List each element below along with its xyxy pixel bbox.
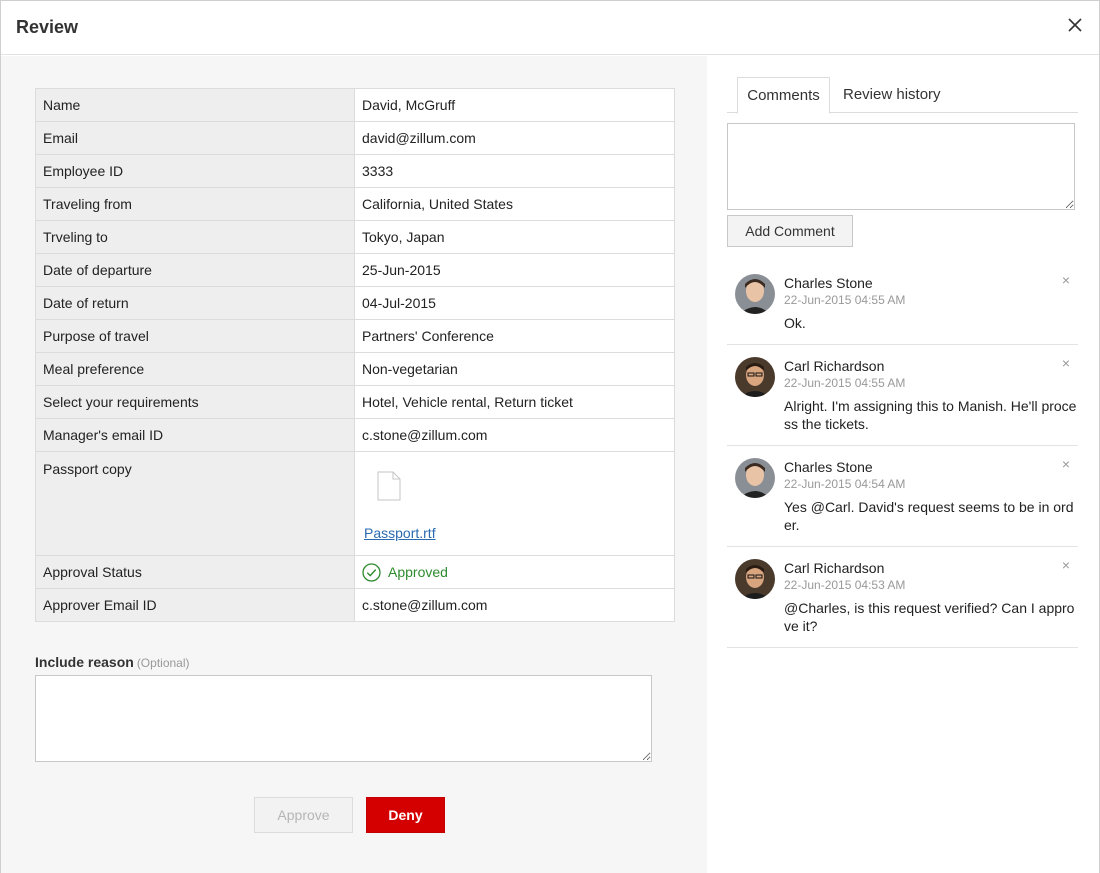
delete-comment-icon[interactable]: × bbox=[1062, 456, 1070, 472]
table-row: Employee ID 3333 bbox=[35, 154, 675, 188]
delete-comment-icon[interactable]: × bbox=[1062, 557, 1070, 573]
row-value: Tokyo, Japan bbox=[354, 220, 675, 254]
table-row: Date of departure 25-Jun-2015 bbox=[35, 253, 675, 287]
comments-panel: Comments Review history Add Comment Char… bbox=[707, 56, 1099, 873]
request-details-panel: Name David, McGruff Email david@zillum.c… bbox=[1, 56, 707, 873]
reason-label-text: Include reason bbox=[35, 654, 134, 670]
comment-text: Yes @Carl. David's request seems to be i… bbox=[784, 499, 1074, 533]
row-label: Manager's email ID bbox=[35, 418, 355, 452]
row-label: Purpose of travel bbox=[35, 319, 355, 353]
comment-item: Charles Stone 22-Jun-2015 04:55 AM Ok. × bbox=[727, 262, 1078, 345]
row-value: c.stone@zillum.com bbox=[354, 588, 675, 622]
file-icon[interactable] bbox=[377, 471, 403, 503]
comment-timestamp: 22-Jun-2015 04:54 AM bbox=[784, 477, 906, 491]
row-value: david@zillum.com bbox=[354, 121, 675, 155]
comment-author: Charles Stone bbox=[784, 275, 873, 291]
table-row: Date of return 04-Jul-2015 bbox=[35, 286, 675, 320]
row-value: 25-Jun-2015 bbox=[354, 253, 675, 287]
tab-comments[interactable]: Comments bbox=[737, 77, 830, 114]
row-value: Partners' Conference bbox=[354, 319, 675, 353]
comment-item: Carl Richardson 22-Jun-2015 04:53 AM @Ch… bbox=[727, 547, 1078, 648]
row-value: Hotel, Vehicle rental, Return ticket bbox=[354, 385, 675, 419]
add-comment-button[interactable]: Add Comment bbox=[727, 215, 853, 247]
comment-item: Charles Stone 22-Jun-2015 04:54 AM Yes @… bbox=[727, 446, 1078, 547]
tab-review-history[interactable]: Review history bbox=[843, 77, 941, 113]
row-value: c.stone@zillum.com bbox=[354, 418, 675, 452]
approval-status-cell: Approved bbox=[354, 555, 675, 589]
reason-textarea[interactable] bbox=[35, 675, 652, 762]
row-label: Traveling from bbox=[35, 187, 355, 221]
table-row: Purpose of travel Partners' Conference bbox=[35, 319, 675, 353]
tab-bar: Comments Review history bbox=[727, 77, 1078, 114]
comment-text: Ok. bbox=[784, 315, 806, 331]
row-label: Date of return bbox=[35, 286, 355, 320]
row-value: California, United States bbox=[354, 187, 675, 221]
table-row: Traveling from California, United States bbox=[35, 187, 675, 221]
table-row: Name David, McGruff bbox=[35, 88, 675, 122]
comment-author: Carl Richardson bbox=[784, 560, 885, 576]
passport-file-link[interactable]: Passport.rtf bbox=[364, 525, 436, 541]
comment-textarea[interactable] bbox=[727, 123, 1075, 210]
deny-button[interactable]: Deny bbox=[366, 797, 445, 833]
table-row: Trveling to Tokyo, Japan bbox=[35, 220, 675, 254]
table-row: Email david@zillum.com bbox=[35, 121, 675, 155]
passport-cell: Passport.rtf bbox=[354, 451, 675, 556]
row-value: David, McGruff bbox=[354, 88, 675, 122]
table-row: Approver Email ID c.stone@zillum.com bbox=[35, 588, 675, 622]
approve-button[interactable]: Approve bbox=[254, 797, 353, 833]
table-row: Meal preference Non-vegetarian bbox=[35, 352, 675, 386]
reason-label: Include reason (Optional) bbox=[35, 654, 190, 670]
dialog-title: Review bbox=[16, 17, 79, 37]
row-label: Trveling to bbox=[35, 220, 355, 254]
avatar bbox=[735, 357, 775, 397]
avatar bbox=[735, 458, 775, 498]
status-text: Approved bbox=[388, 564, 448, 580]
table-row: Select your requirements Hotel, Vehicle … bbox=[35, 385, 675, 419]
row-label: Name bbox=[35, 88, 355, 122]
comment-timestamp: 22-Jun-2015 04:55 AM bbox=[784, 376, 906, 390]
table-row: Approval Status Approved bbox=[35, 555, 675, 589]
row-label: Date of departure bbox=[35, 253, 355, 287]
close-icon[interactable] bbox=[1063, 13, 1087, 37]
row-label: Employee ID bbox=[35, 154, 355, 188]
row-label: Approver Email ID bbox=[35, 588, 355, 622]
comment-author: Carl Richardson bbox=[784, 358, 885, 374]
row-label: Meal preference bbox=[35, 352, 355, 386]
delete-comment-icon[interactable]: × bbox=[1062, 355, 1070, 371]
table-row-passport: Passport copy Passport.rtf bbox=[35, 451, 675, 556]
avatar bbox=[735, 274, 775, 314]
status-badge: Approved bbox=[362, 562, 667, 582]
row-label: Approval Status bbox=[35, 555, 355, 589]
optional-hint: (Optional) bbox=[136, 656, 190, 670]
review-dialog: Review Name David, McGruff Email david@z… bbox=[0, 0, 1100, 873]
row-value: 3333 bbox=[354, 154, 675, 188]
row-label: Select your requirements bbox=[35, 385, 355, 419]
avatar bbox=[735, 559, 775, 599]
row-value: 04-Jul-2015 bbox=[354, 286, 675, 320]
row-value: Non-vegetarian bbox=[354, 352, 675, 386]
table-row: Manager's email ID c.stone@zillum.com bbox=[35, 418, 675, 452]
comment-text: Alright. I'm assigning this to Manish. H… bbox=[784, 398, 1077, 432]
check-circle-icon bbox=[362, 562, 381, 582]
comment-timestamp: 22-Jun-2015 04:55 AM bbox=[784, 293, 906, 307]
row-label: Passport copy bbox=[35, 451, 355, 556]
comment-list: Charles Stone 22-Jun-2015 04:55 AM Ok. ×… bbox=[727, 262, 1078, 648]
comment-author: Charles Stone bbox=[784, 459, 873, 475]
details-table: Name David, McGruff Email david@zillum.c… bbox=[35, 88, 675, 622]
dialog-header: Review bbox=[1, 1, 1099, 55]
comment-text: @Charles, is this request verified? Can … bbox=[784, 600, 1075, 634]
row-label: Email bbox=[35, 121, 355, 155]
delete-comment-icon[interactable]: × bbox=[1062, 272, 1070, 288]
comment-item: Carl Richardson 22-Jun-2015 04:55 AM Alr… bbox=[727, 345, 1078, 446]
comment-timestamp: 22-Jun-2015 04:53 AM bbox=[784, 578, 906, 592]
